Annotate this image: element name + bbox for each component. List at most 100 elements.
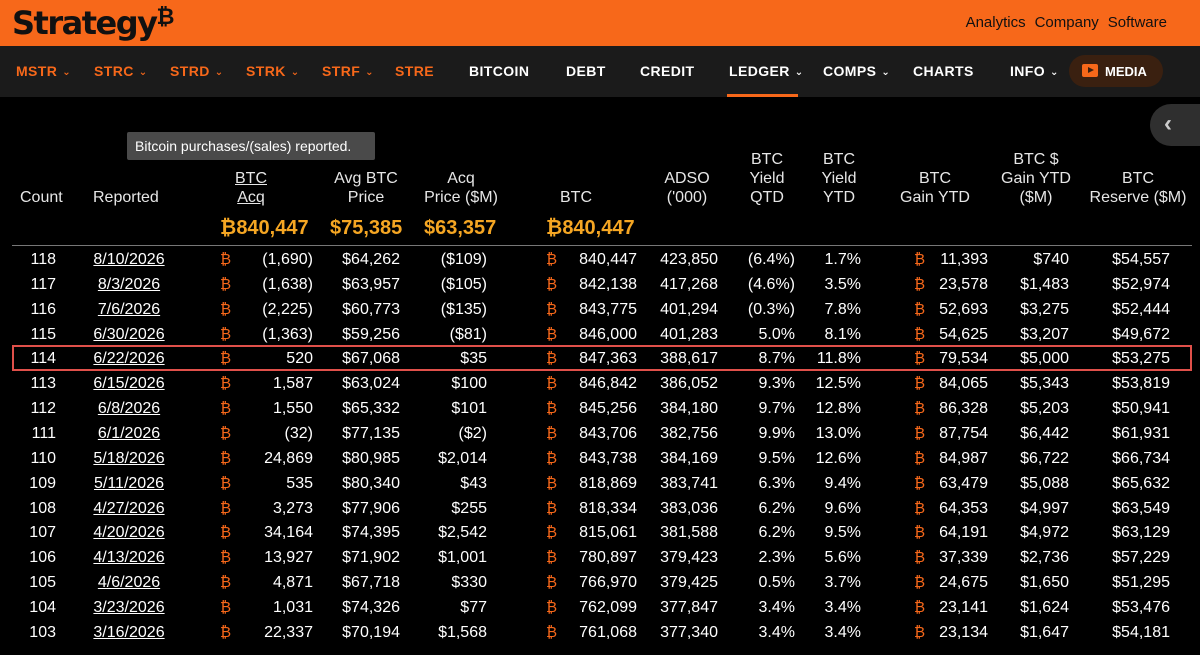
- table-row: 117 8/3/2026 ₿ (1,638) $63,957 ($105) ₿ 842,138…: [0, 273, 1200, 298]
- cell-count: 105: [29, 574, 56, 592]
- cell-usd: $6,442: [1020, 424, 1069, 442]
- bitcoin-icon: ₿: [220, 449, 232, 467]
- cell-qtd: 8.7%: [758, 350, 795, 368]
- col-reported[interactable]: Reported: [93, 188, 159, 207]
- cell-price: $1,001: [438, 549, 487, 567]
- nav-strc[interactable]: STRC ⌄: [94, 63, 148, 79]
- cell-adso: 379,423: [660, 549, 718, 567]
- bitcoin-icon: ₿: [546, 449, 558, 467]
- chevron-left-icon: ‹: [1164, 110, 1172, 137]
- nav-strk[interactable]: STRK ⌄: [246, 63, 300, 79]
- cell-usd: $4,972: [1020, 524, 1069, 542]
- cell-date-link[interactable]: 8/10/2026: [80, 251, 178, 269]
- col-btc-yield-ytd[interactable]: BTC Yield YTD: [816, 150, 862, 207]
- nav-strd[interactable]: STRD ⌄: [170, 63, 224, 79]
- nav-charts[interactable]: CHARTS: [913, 63, 974, 79]
- nav-comps[interactable]: COMPS ⌄: [823, 63, 890, 79]
- cell-btc: 845,256: [579, 400, 637, 418]
- cell-acq: (32): [284, 424, 313, 442]
- cell-btc: 815,061: [579, 524, 637, 542]
- nav-debt[interactable]: DEBT: [566, 63, 606, 79]
- cell-usd: $4,997: [1020, 499, 1069, 517]
- cell-avg: $77,135: [342, 424, 400, 442]
- cell-date-link[interactable]: 4/13/2026: [80, 549, 178, 567]
- cell-adso: 381,588: [660, 524, 718, 542]
- cell-date-link[interactable]: 5/11/2026: [80, 475, 178, 493]
- bitcoin-icon: ₿: [220, 300, 232, 318]
- cell-adso: 401,294: [660, 300, 718, 318]
- cell-btc: 842,138: [579, 275, 637, 293]
- cell-date-link[interactable]: 6/1/2026: [80, 425, 178, 443]
- col-avg-price[interactable]: Avg BTC Price: [328, 169, 404, 207]
- cell-qtd: 9.9%: [758, 424, 795, 442]
- col-btc-usd-gain-ytd[interactable]: BTC $ Gain YTD ($M): [996, 150, 1076, 207]
- cell-adso: 382,756: [660, 424, 718, 442]
- nav-ledger[interactable]: LEDGER ⌄: [729, 63, 804, 79]
- col-count[interactable]: Count: [20, 188, 63, 207]
- col-btc[interactable]: BTC: [560, 188, 592, 207]
- col-btc-gain-ytd[interactable]: BTC Gain YTD: [895, 169, 975, 207]
- cell-reserve: $66,734: [1112, 449, 1170, 467]
- nav-mstr[interactable]: MSTR ⌄: [16, 63, 71, 79]
- bitcoin-icon: ₿: [546, 474, 558, 492]
- analytics-link[interactable]: Analytics: [966, 14, 1026, 31]
- cell-date-link[interactable]: 8/3/2026: [80, 276, 178, 294]
- cell-ytd: 7.8%: [824, 300, 861, 318]
- cell-acq: 1,031: [272, 598, 313, 616]
- cell-reserve: $63,129: [1112, 524, 1170, 542]
- col-btc-acq[interactable]: BTC Acq: [228, 169, 274, 207]
- cell-date-link[interactable]: 3/16/2026: [80, 624, 178, 642]
- nav-credit[interactable]: CREDIT: [640, 63, 695, 79]
- total-btc-acq: ₿840,447: [220, 217, 309, 239]
- nav-strf[interactable]: STRF ⌄: [322, 63, 374, 79]
- table-row: 105 4/6/2026 ₿ 4,871 $67,718 $330 ₿ 766,970 379,…: [0, 571, 1200, 596]
- col-btc-yield-qtd[interactable]: BTC Yield QTD: [744, 150, 790, 207]
- bitcoin-icon: ₿: [914, 424, 926, 442]
- nav-stre[interactable]: STRE: [395, 63, 434, 79]
- cell-acq: 3,273: [272, 499, 313, 517]
- cell-acq: (1,690): [262, 251, 313, 268]
- nav-bitcoin[interactable]: BITCOIN: [469, 63, 529, 79]
- col-btc-reserve[interactable]: BTC Reserve ($M): [1084, 169, 1192, 207]
- cell-date-link[interactable]: 6/15/2026: [80, 375, 178, 393]
- col-adso[interactable]: ADSO ('000): [660, 169, 714, 207]
- software-link[interactable]: Software: [1108, 14, 1167, 31]
- cell-date-link[interactable]: 6/8/2026: [80, 400, 178, 418]
- cell-gain: 52,693: [939, 300, 988, 318]
- cell-price: $255: [451, 499, 487, 517]
- cell-date-link[interactable]: 4/27/2026: [80, 500, 178, 518]
- cell-count: 118: [30, 251, 56, 268]
- bitcoin-icon: ₿: [220, 499, 232, 517]
- cell-reserve: $52,444: [1112, 300, 1170, 318]
- bitcoin-icon: ₿: [546, 400, 558, 418]
- cell-price: $43: [460, 474, 487, 492]
- cell-qtd: 6.2%: [758, 524, 795, 542]
- bitcoin-icon: ₿: [220, 375, 232, 393]
- cell-date-link[interactable]: 4/6/2026: [80, 574, 178, 592]
- cell-avg: $64,262: [342, 251, 400, 268]
- nav-info[interactable]: INFO ⌄: [1010, 63, 1059, 79]
- cell-reserve: $53,275: [1112, 350, 1170, 368]
- table-row: 103 3/16/2026 ₿ 22,337 $70,194 $1,568 ₿ 761,068…: [0, 621, 1200, 646]
- cell-reserve: $54,181: [1112, 623, 1170, 641]
- panel-toggle-button[interactable]: ‹: [1150, 104, 1200, 146]
- cell-date-link[interactable]: 6/22/2026: [80, 350, 178, 368]
- bitcoin-icon: ₿: [546, 375, 558, 393]
- cell-date-link[interactable]: 4/20/2026: [80, 524, 178, 542]
- media-button[interactable]: MEDIA: [1069, 55, 1163, 87]
- cell-date-link[interactable]: 5/18/2026: [80, 450, 178, 468]
- cell-avg: $74,326: [342, 598, 400, 616]
- col-acq-price[interactable]: Acq Price ($M): [418, 169, 504, 207]
- cell-count: 103: [29, 623, 56, 641]
- bitcoin-icon: ₿: [546, 300, 558, 318]
- bitcoin-icon: ₿: [914, 449, 926, 467]
- cell-reserve: $53,819: [1112, 375, 1170, 393]
- company-link[interactable]: Company: [1035, 14, 1099, 31]
- cell-count: 107: [29, 524, 56, 542]
- table-row: 118 8/10/2026 ₿ (1,690) $64,262 ($109) ₿ 840,44…: [0, 248, 1200, 273]
- cell-date-link[interactable]: 6/30/2026: [80, 326, 178, 344]
- strategy-logo[interactable]: Strategy₿: [12, 4, 174, 42]
- cell-date-link[interactable]: 7/6/2026: [80, 301, 178, 319]
- cell-date-link[interactable]: 3/23/2026: [80, 599, 178, 617]
- cell-price: $100: [451, 375, 487, 393]
